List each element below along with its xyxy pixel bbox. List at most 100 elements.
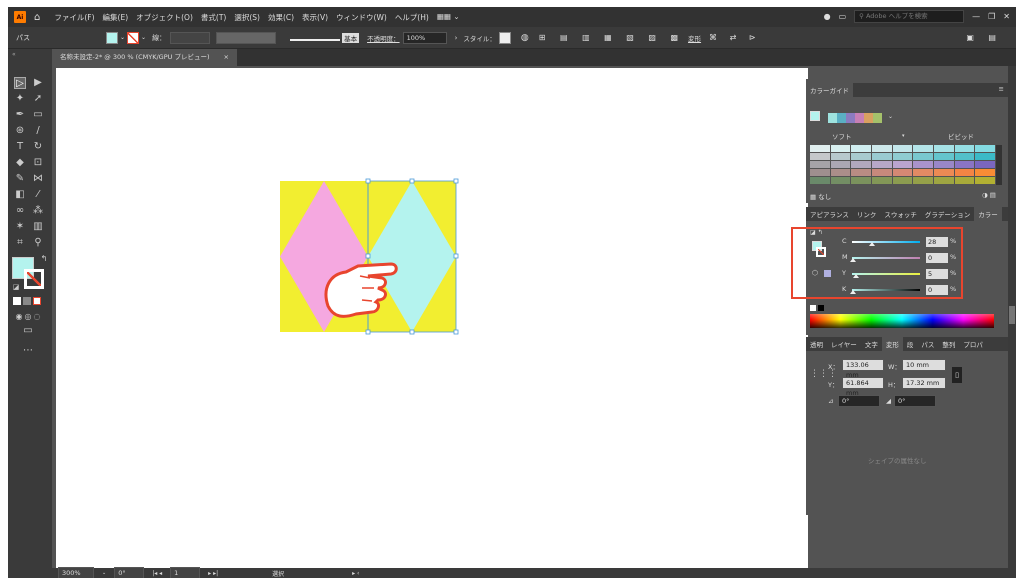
stroke-weight-field[interactable]: [170, 31, 211, 44]
zoom-field[interactable]: 300%: [58, 567, 94, 578]
document-tab[interactable]: 名称未設定-2* @ 300 % (CMYK/GPU プレビュー) ×: [52, 49, 237, 66]
tab-swatches[interactable]: スウォッチ: [880, 207, 921, 221]
magic-wand-icon[interactable]: ✦: [14, 93, 26, 105]
harmony-swatch[interactable]: [837, 113, 846, 123]
menu-item-6[interactable]: 表示(V): [302, 12, 328, 23]
menu-item-0[interactable]: ファイル(F): [54, 12, 94, 23]
color-variation-cell[interactable]: [872, 169, 892, 176]
tab-paragraph[interactable]: 段: [902, 337, 918, 351]
black-swatch[interactable]: [818, 305, 824, 311]
close-tab-icon[interactable]: ×: [224, 49, 229, 66]
help-search-input[interactable]: ⚲ Adobe ヘルプを検索: [854, 10, 965, 23]
selection-tool-icon[interactable]: ▷: [14, 77, 26, 89]
home-icon[interactable]: ⌂: [34, 12, 40, 23]
color-variation-cell[interactable]: [872, 161, 892, 168]
arrange-icon[interactable]: ▭: [839, 12, 847, 21]
recolor-icon[interactable]: ◍: [521, 33, 529, 43]
type-tool-icon[interactable]: T: [14, 141, 26, 153]
edit-colors-icon[interactable]: ◑ ▤: [982, 191, 996, 199]
scroll-thumb[interactable]: [1009, 306, 1015, 324]
color-variation-cell[interactable]: [851, 169, 871, 176]
menu-item-4[interactable]: 選択(S): [234, 12, 260, 23]
harmony-rule-swatches[interactable]: [828, 113, 882, 123]
color-variation-cell[interactable]: [830, 145, 851, 152]
color-variation-cell[interactable]: [913, 169, 933, 176]
color-variation-cell[interactable]: [892, 161, 913, 168]
panel-menu-icon[interactable]: ≡: [999, 85, 1004, 93]
color-variation-cell[interactable]: [934, 177, 954, 184]
variable-width-dropdown[interactable]: [216, 31, 277, 44]
color-variation-cell[interactable]: [830, 153, 851, 160]
menu-item-1[interactable]: 編集(E): [103, 12, 129, 23]
color-variation-cell[interactable]: [913, 153, 933, 160]
y-field[interactable]: 61.864 mm: [842, 377, 884, 397]
color-variation-cell[interactable]: [851, 177, 871, 184]
constrain-link-icon[interactable]: ▯: [952, 367, 962, 383]
color-variation-cell[interactable]: [954, 169, 975, 176]
scale-tool-icon[interactable]: ⊡: [32, 157, 44, 169]
opacity-field[interactable]: 100%: [402, 31, 447, 44]
menu-item-7[interactable]: ウィンドウ(W): [336, 12, 387, 23]
color-variation-cell[interactable]: [810, 177, 830, 184]
rectangle-tool-icon[interactable]: ▭: [32, 109, 44, 121]
color-variation-cell[interactable]: [892, 169, 913, 176]
color-variation-cell[interactable]: [872, 153, 892, 160]
tab-align[interactable]: 整列: [938, 337, 960, 351]
color-variation-cell[interactable]: [851, 153, 871, 160]
color-variation-cell[interactable]: [810, 153, 830, 160]
none-mode-icon[interactable]: [33, 297, 41, 305]
graph-tool-icon[interactable]: ▥: [32, 221, 44, 233]
tab-links[interactable]: リンク: [852, 207, 881, 221]
brush-label[interactable]: 基本: [342, 32, 360, 43]
color-variation-cell[interactable]: [913, 161, 933, 168]
artboard-canvas[interactable]: [56, 68, 808, 568]
rotate-tool-icon[interactable]: ↻: [32, 141, 44, 153]
tab-character[interactable]: 文字: [860, 337, 882, 351]
artboard-number-field[interactable]: 1: [170, 567, 201, 578]
color-variation-cell[interactable]: [851, 145, 871, 152]
draw-mode-icons[interactable]: ◉◎◌: [14, 311, 44, 323]
opacity-label[interactable]: 不透明度：: [367, 33, 400, 43]
harmony-swatch[interactable]: [846, 113, 855, 123]
w-field[interactable]: 10 mm: [902, 359, 946, 371]
symbol-sprayer-icon[interactable]: ⁂: [32, 205, 44, 217]
color-spectrum-bar[interactable]: [810, 314, 994, 328]
maximize-button[interactable]: ❐: [988, 12, 995, 21]
tab-color-guide[interactable]: カラーガイド: [806, 83, 853, 97]
color-variation-cell[interactable]: [851, 161, 871, 168]
color-variation-cell[interactable]: [975, 177, 995, 184]
color-variation-cell[interactable]: [892, 145, 913, 152]
fill-swatch[interactable]: [106, 31, 118, 44]
color-variation-cell[interactable]: [975, 153, 995, 160]
color-variation-cell[interactable]: [892, 153, 913, 160]
color-variation-cell[interactable]: [975, 145, 995, 152]
width-tool-icon[interactable]: ⋈: [32, 173, 44, 185]
angle-field[interactable]: 0°: [838, 395, 880, 407]
menu-item-8[interactable]: ヘルプ(H): [395, 12, 429, 23]
color-mode-icon[interactable]: [13, 297, 21, 305]
color-variation-cell[interactable]: [810, 169, 830, 176]
color-variation-cell[interactable]: [934, 169, 954, 176]
tab-gradient[interactable]: グラデーション: [920, 207, 975, 221]
color-variation-cell[interactable]: [830, 161, 851, 168]
color-variation-cell[interactable]: [872, 145, 892, 152]
color-variation-cell[interactable]: [892, 177, 913, 184]
panel-toggle-icons[interactable]: ▣ ▤: [966, 33, 1002, 42]
color-variation-cell[interactable]: [975, 161, 995, 168]
tab-properties[interactable]: プロパ: [959, 337, 987, 351]
tab-transparency[interactable]: 透明: [806, 337, 827, 351]
eraser-tool-icon[interactable]: ◆: [14, 157, 26, 169]
harmony-swatch[interactable]: [855, 113, 864, 123]
tab-pathfinder[interactable]: パス: [917, 337, 939, 351]
base-color-swatch[interactable]: [810, 111, 820, 121]
shear-field[interactable]: 0°: [894, 395, 936, 407]
rotation-field[interactable]: 0°: [114, 567, 145, 578]
more-tools-icon[interactable]: ⋯: [22, 345, 34, 357]
grid-scrollbar[interactable]: [996, 145, 1002, 185]
eyedropper-icon[interactable]: ⁄: [32, 189, 44, 201]
direct-selection-tool-icon[interactable]: ▶: [32, 77, 44, 89]
color-variation-cell[interactable]: [810, 145, 830, 152]
shape-builder-icon[interactable]: ⊛: [14, 125, 26, 137]
menu-item-3[interactable]: 書式(T): [201, 12, 226, 23]
pen-tool-icon[interactable]: ✒: [14, 109, 26, 121]
